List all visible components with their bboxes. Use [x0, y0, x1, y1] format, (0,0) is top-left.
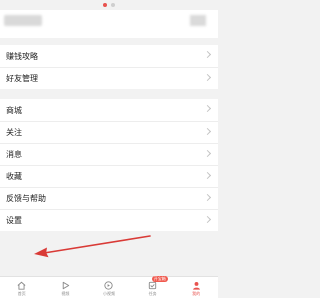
menu-item-label: 设置 — [6, 216, 22, 225]
home-icon — [17, 281, 26, 290]
menu-item-label: 收藏 — [6, 172, 22, 181]
menu-item-friend-management[interactable]: 好友管理 — [0, 67, 218, 89]
chevron-right-icon — [203, 171, 212, 180]
profile-icon — [192, 282, 200, 290]
chevron-right-icon — [203, 193, 212, 202]
tab-label: 任务 — [148, 291, 157, 296]
menu-item-label: 赚钱攻略 — [6, 51, 38, 61]
blurred-profile-info — [190, 15, 206, 26]
menu-group-main: 商城 关注 消息 收藏 反馈与帮助 设置 — [0, 99, 218, 231]
page-dot-active — [103, 3, 107, 7]
menu-item-label: 好友管理 — [6, 74, 38, 83]
tab-label: 首页 — [17, 291, 26, 296]
chevron-right-icon — [203, 215, 212, 224]
tab-profile[interactable]: 我的 — [174, 277, 218, 298]
menu-item-label: 消息 — [6, 150, 22, 159]
menu-item-label: 关注 — [6, 128, 22, 137]
menu-item-follow[interactable]: 关注 — [0, 121, 218, 143]
profile-header[interactable] — [0, 10, 218, 38]
menu-item-settings[interactable]: 设置 — [0, 209, 218, 231]
tab-small-video[interactable]: 小视频 — [87, 277, 131, 298]
chevron-right-icon — [203, 50, 212, 59]
treasure-box-badge: 开宝箱 — [151, 276, 168, 282]
chevron-right-icon — [203, 104, 212, 113]
menu-item-favorites[interactable]: 收藏 — [0, 165, 218, 187]
video-icon — [62, 281, 70, 290]
bottom-tab-bar: 首页 视频 小视频 任务 开宝箱 我的 — [0, 276, 218, 298]
menu-group-earn: 赚钱攻略 好友管理 — [0, 45, 218, 89]
menu-item-label: 反馈与帮助 — [6, 194, 46, 203]
tab-label: 小视频 — [102, 291, 115, 296]
page-indicator — [0, 3, 218, 9]
menu-item-label: 商城 — [6, 105, 22, 115]
chevron-right-icon — [203, 73, 212, 82]
chevron-right-icon — [203, 127, 212, 136]
menu-item-money-guide[interactable]: 赚钱攻略 — [0, 45, 218, 67]
tab-task[interactable]: 任务 开宝箱 — [131, 276, 175, 298]
tab-home[interactable]: 首页 — [0, 277, 44, 298]
menu-item-messages[interactable]: 消息 — [0, 143, 218, 165]
tab-label: 视频 — [61, 291, 70, 296]
menu-item-mall[interactable]: 商城 — [0, 99, 218, 121]
tab-video[interactable]: 视频 — [44, 277, 88, 298]
tab-label: 我的 — [192, 291, 201, 296]
chevron-right-icon — [203, 149, 212, 158]
blurred-username — [4, 15, 42, 26]
small-video-icon — [104, 281, 114, 290]
menu-item-feedback-help[interactable]: 反馈与帮助 — [0, 187, 218, 209]
page-dot — [111, 3, 115, 7]
